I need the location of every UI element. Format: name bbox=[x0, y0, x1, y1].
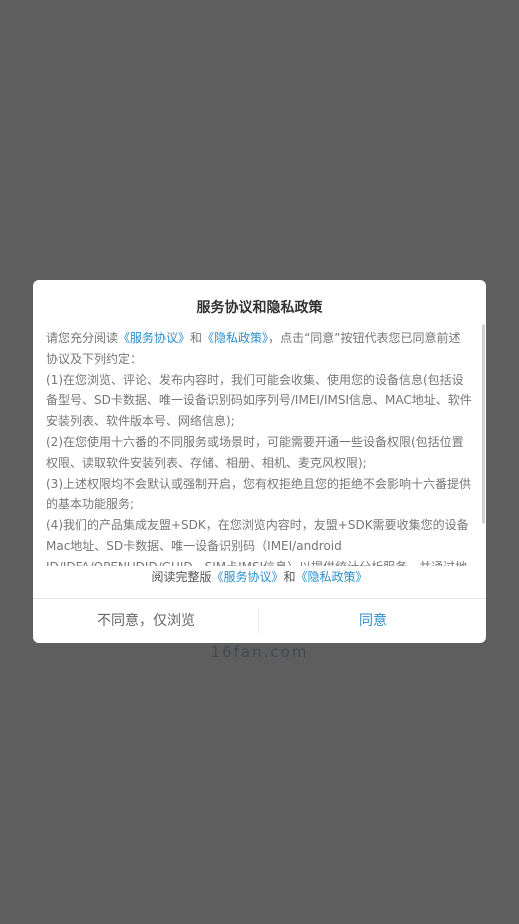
agree-button[interactable]: 同意 bbox=[260, 599, 486, 643]
disagree-button[interactable]: 不同意，仅浏览 bbox=[33, 599, 259, 643]
term-item-4: (4)我们的产品集成友盟+SDK，在您浏览内容时，友盟+SDK需要收集您的设备M… bbox=[46, 518, 469, 566]
term-item-2: (2)在您使用十六番的不同服务或场景时，可能需要开通一些设备权限(包括位置权限、… bbox=[46, 434, 464, 470]
privacy-policy-link[interactable]: 《隐私政策》 bbox=[202, 331, 268, 345]
watermark-text: 16fan.com bbox=[210, 643, 309, 661]
dialog-title: 服务协议和隐私政策 bbox=[196, 300, 323, 316]
term-item-3: (3)上述权限均不会默认或强制开启，您有权拒绝且您的拒绝不会影响十六番提供的基本… bbox=[46, 476, 472, 512]
intro-prefix: 请您充分阅读 bbox=[46, 331, 119, 345]
agreement-content[interactable]: 请您充分阅读《服务协议》和《隐私政策》，点击“同意”按钮代表您已同意前述协议及下… bbox=[46, 328, 472, 566]
term-item-1: (1)在您浏览、评论、发布内容时，我们可能会收集、使用您的设备信息(包括设备型号… bbox=[46, 372, 472, 429]
footer-privacy-policy-link[interactable]: 《隐私政策》 bbox=[296, 570, 368, 584]
privacy-dialog: 服务协议和隐私政策 请您充分阅读《服务协议》和《隐私政策》，点击“同意”按钮代表… bbox=[33, 280, 486, 643]
footer-service-agreement-link[interactable]: 《服务协议》 bbox=[211, 570, 283, 584]
footer-prefix: 阅读完整版 bbox=[151, 570, 212, 584]
content-scrollbar[interactable] bbox=[482, 324, 485, 524]
footer-and: 和 bbox=[283, 570, 296, 584]
button-separator bbox=[258, 608, 259, 633]
full-version-note: 阅读完整版《服务协议》和《隐私政策》 bbox=[33, 568, 486, 585]
service-agreement-link[interactable]: 《服务协议》 bbox=[118, 331, 190, 345]
intro-and: 和 bbox=[190, 331, 203, 345]
intro-paragraph: 请您充分阅读《服务协议》和《隐私政策》，点击“同意”按钮代表您已同意前述协议及下… bbox=[46, 328, 472, 370]
